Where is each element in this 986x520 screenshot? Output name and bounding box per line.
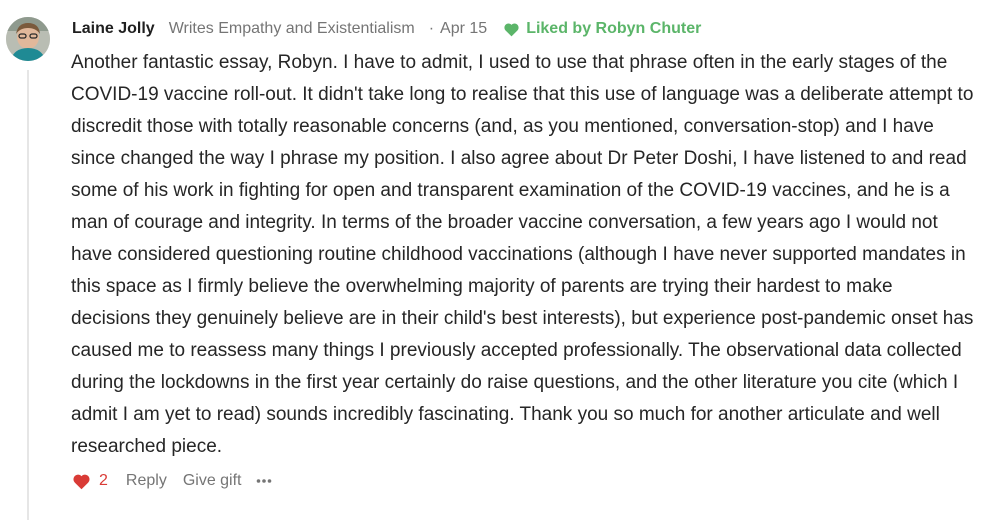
comment: Laine Jolly Writes Empathy and Existenti… [0,0,986,520]
author-byline[interactable]: Writes Empathy and Existentialism [169,20,415,38]
comment-actions: 2 Reply Give gift [72,470,272,492]
author-name[interactable]: Laine Jolly [72,20,155,38]
give-gift-button[interactable]: Give gift [183,472,242,490]
comment-header: Laine Jolly Writes Empathy and Existenti… [72,18,701,40]
liked-by-label: Liked by Robyn Chuter [526,20,702,37]
more-icon [256,479,271,483]
avatar[interactable] [6,17,50,61]
like-button[interactable]: 2 [72,472,108,490]
more-options-button[interactable] [256,478,272,484]
thread-line [27,70,29,520]
heart-icon [73,474,90,489]
heart-icon [504,22,519,36]
liked-by-author-badge: Liked by Robyn Chuter [503,20,701,38]
comment-date[interactable]: Apr 15 [440,20,487,38]
reply-button[interactable]: Reply [126,472,167,490]
like-count: 2 [99,472,108,489]
meta-separator: · [428,20,435,37]
comment-body: Another fantastic essay, Robyn. I have t… [71,52,974,457]
